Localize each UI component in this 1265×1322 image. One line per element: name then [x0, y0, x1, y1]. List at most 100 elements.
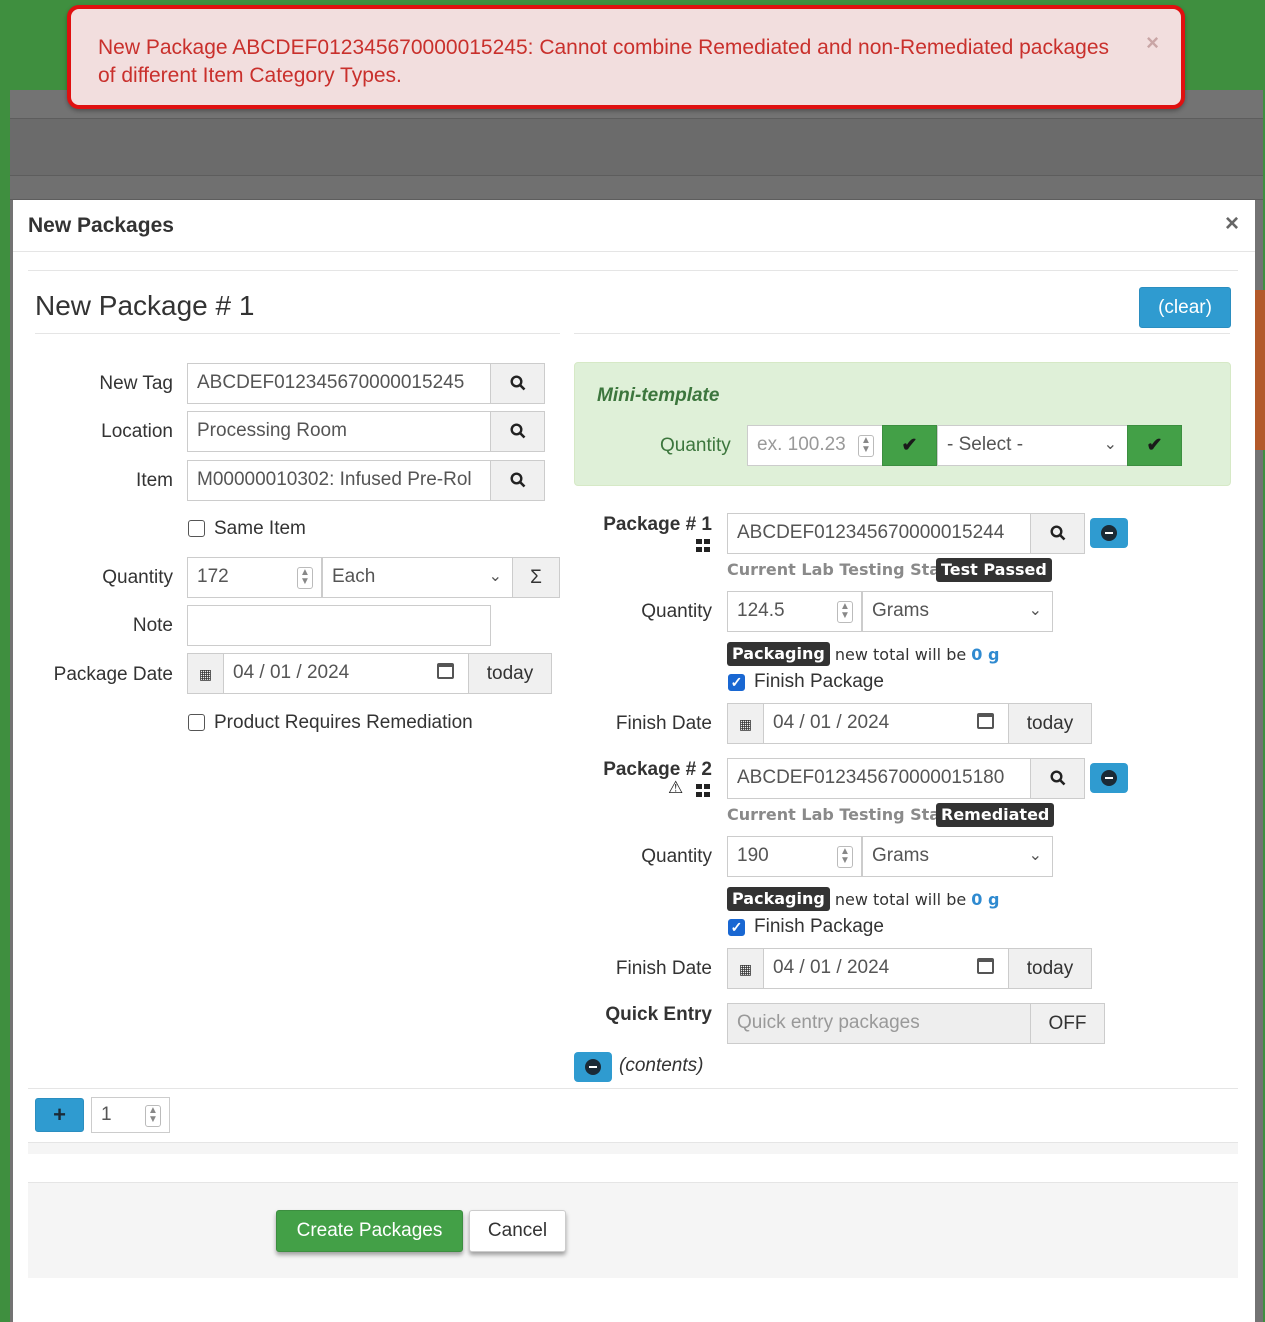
- packaging-badge: Packaging: [727, 887, 830, 911]
- mini-template-unit-apply-button[interactable]: ✔: [1127, 425, 1182, 466]
- source-package-1-unit-select[interactable]: Grams ⌄: [862, 591, 1053, 632]
- source-package-2-tag-input[interactable]: ABCDEF012345670000015180: [727, 758, 1031, 799]
- calendar-picker-icon[interactable]: [977, 958, 994, 974]
- new-tag-label: New Tag: [99, 373, 173, 394]
- alert-message: New Package ABCDEF012345670000015245: Ca…: [98, 36, 1110, 87]
- quantity-label: Quantity: [102, 567, 173, 588]
- search-icon: [509, 423, 525, 439]
- same-item-checkbox[interactable]: [188, 520, 205, 537]
- note-label: Note: [132, 615, 173, 636]
- new-tag-input[interactable]: ABCDEF012345670000015245: [187, 363, 491, 404]
- quantity-spinner-icon[interactable]: ▲ ▼: [837, 601, 853, 623]
- source-package-2-label: Package # 2: [603, 759, 712, 780]
- add-package-count-value: 1: [101, 1104, 112, 1125]
- add-package-button[interactable]: +: [35, 1098, 84, 1132]
- finish-package-1-label: Finish Package: [754, 671, 884, 692]
- mini-template-quantity-apply-button[interactable]: ✔: [882, 425, 937, 466]
- location-search-button[interactable]: [490, 411, 545, 452]
- finish-date-1-today-button[interactable]: today: [1008, 703, 1092, 744]
- finish-date-1-label: Finish Date: [615, 713, 712, 734]
- new-tag-search-button[interactable]: [490, 363, 545, 404]
- location-label: Location: [101, 421, 173, 442]
- item-input[interactable]: M00000010302: Infused Pre-Rol: [187, 460, 491, 501]
- mini-template-select-value: - Select -: [947, 434, 1024, 455]
- search-icon: [1049, 525, 1065, 541]
- quick-entry-input[interactable]: Quick entry packages: [727, 1003, 1031, 1044]
- calendar-picker-icon[interactable]: [977, 713, 994, 729]
- quick-entry-toggle[interactable]: OFF: [1030, 1003, 1105, 1044]
- quantity-spinner-icon[interactable]: ▲ ▼: [297, 567, 313, 589]
- clear-button[interactable]: (clear): [1139, 287, 1231, 328]
- heading-divider: [35, 333, 560, 334]
- chevron-down-icon: ⌄: [1028, 847, 1042, 864]
- source-package-1-tag-input[interactable]: ABCDEF012345670000015244: [727, 513, 1031, 554]
- sum-button[interactable]: Σ: [512, 557, 560, 598]
- unit-value: Each: [332, 566, 376, 587]
- calendar-icon: ▦: [738, 961, 753, 977]
- add-package-count-input[interactable]: 1 ▲ ▼: [91, 1097, 170, 1133]
- finish-date-2-today-button[interactable]: today: [1008, 948, 1092, 989]
- remediation-label: Product Requires Remediation: [214, 712, 473, 733]
- source-package-1-quantity-input[interactable]: 124.5 ▲ ▼: [727, 591, 862, 632]
- source-package-1-search-button[interactable]: [1030, 513, 1085, 554]
- new-total-value: 0 g: [971, 890, 1000, 909]
- quantity-spinner-icon[interactable]: ▲ ▼: [145, 1105, 161, 1127]
- grid-icon: [696, 784, 710, 797]
- finish-package-2-checkbox[interactable]: ✓: [728, 919, 745, 936]
- calendar-picker-icon[interactable]: [437, 663, 454, 679]
- source-package-2-quantity-input[interactable]: 190 ▲ ▼: [727, 836, 862, 877]
- warning-icon: ⚠: [668, 778, 684, 797]
- plus-circle-icon: [585, 1059, 601, 1075]
- item-label: Item: [136, 470, 173, 491]
- new-total-value: 0 g: [971, 645, 1000, 664]
- quantity-spinner-icon[interactable]: ▲ ▼: [858, 435, 874, 457]
- backdrop-band-lower: [10, 176, 1263, 200]
- package-date-label: Package Date: [53, 664, 173, 685]
- search-icon: [509, 375, 525, 391]
- quantity-value: 172: [197, 566, 229, 587]
- new-total-text: - new total will be: [824, 645, 967, 664]
- search-icon: [1049, 770, 1065, 786]
- quantity-input[interactable]: 172 ▲ ▼: [187, 557, 322, 598]
- mini-template-unit-select[interactable]: - Select - ⌄: [937, 425, 1128, 466]
- finish-date-2-value: 04 / 01 / 2024: [773, 957, 890, 978]
- lab-state-badge: Remediated: [936, 803, 1055, 827]
- unit-select[interactable]: Each ⌄: [322, 557, 513, 598]
- location-input[interactable]: Processing Room: [187, 411, 491, 452]
- packaging-badge: Packaging: [727, 642, 830, 666]
- package-date-input[interactable]: 04 / 01 / 2024: [223, 653, 469, 694]
- finish-date-1-input[interactable]: 04 / 01 / 2024: [763, 703, 1009, 744]
- create-packages-button[interactable]: Create Packages: [276, 1210, 463, 1252]
- finish-package-1-checkbox[interactable]: ✓: [728, 674, 745, 691]
- source-package-2-search-button[interactable]: [1030, 758, 1085, 799]
- package-date-today-button[interactable]: today: [468, 653, 552, 694]
- quick-entry-label: Quick Entry: [605, 1004, 712, 1025]
- remove-source-package-1-button[interactable]: [1090, 518, 1128, 548]
- finish-date-1-value: 04 / 01 / 2024: [773, 712, 890, 733]
- chevron-down-icon: ⌄: [1103, 436, 1117, 453]
- cancel-button[interactable]: Cancel: [469, 1210, 566, 1252]
- item-search-button[interactable]: [490, 460, 545, 501]
- calendar-icon: ▦: [198, 666, 213, 682]
- search-icon: [509, 472, 525, 488]
- lab-state-label: Current Lab Testing State:: [727, 560, 965, 579]
- remediation-checkbox[interactable]: [188, 714, 205, 731]
- contents-label: (contents): [619, 1055, 704, 1076]
- backdrop-accent-strip: [1255, 290, 1265, 450]
- mini-template-quantity-placeholder: ex. 100.23: [757, 434, 846, 455]
- quantity-spinner-icon[interactable]: ▲ ▼: [837, 846, 853, 868]
- source-package-2-unit-select[interactable]: Grams ⌄: [862, 836, 1053, 877]
- note-input[interactable]: [187, 605, 491, 646]
- source-package-1-quantity-value: 124.5: [737, 600, 785, 621]
- source-package-1-unit-value: Grams: [872, 600, 929, 621]
- alert-close-icon[interactable]: ×: [1146, 29, 1159, 57]
- remove-source-package-2-button[interactable]: [1090, 763, 1128, 793]
- finish-date-2-input[interactable]: 04 / 01 / 2024: [763, 948, 1009, 989]
- new-total-note: - new total will be 0 g: [824, 890, 999, 909]
- chevron-down-icon: ⌄: [1028, 602, 1042, 619]
- add-contents-button[interactable]: [574, 1052, 612, 1082]
- modal-title: New Packages: [28, 214, 174, 237]
- modal-close-icon[interactable]: ×: [1225, 210, 1239, 238]
- calendar-addon: ▦: [727, 948, 764, 989]
- mini-template-quantity-input[interactable]: ex. 100.23 ▲ ▼: [747, 425, 883, 466]
